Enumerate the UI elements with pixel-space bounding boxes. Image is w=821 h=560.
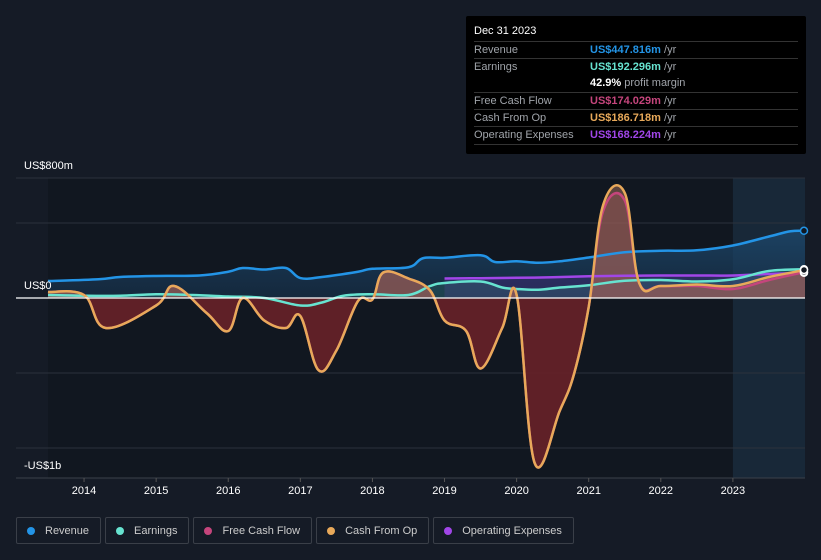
legend-dot-icon	[27, 526, 35, 535]
legend-item-revenue[interactable]: Revenue	[16, 517, 102, 544]
tooltip-row-cash-from-op: Cash From Op US$186.718m /yr	[474, 109, 798, 127]
tooltip-value: US$174.029m /yr	[590, 95, 677, 107]
tooltip-value: US$186.718m /yr	[590, 112, 677, 124]
x-tick-label: 2014	[71, 485, 97, 497]
tooltip-label: Earnings	[474, 61, 518, 73]
legend: Revenue Earnings Free Cash Flow Cash Fro…	[16, 517, 574, 544]
tooltip-label: Operating Expenses	[474, 129, 574, 141]
tooltip-profit-margin: 42.9% profit margin	[590, 77, 686, 89]
legend-label: Free Cash Flow	[222, 524, 301, 537]
legend-label: Operating Expenses	[462, 524, 562, 537]
legend-dot-icon	[327, 526, 336, 535]
x-tick-label: 2020	[504, 485, 529, 497]
legend-label: Cash From Op	[345, 524, 418, 537]
legend-item-cash-from-op[interactable]: Cash From Op	[316, 517, 430, 544]
legend-dot-icon	[444, 526, 453, 535]
tooltip-date: Dec 31 2023	[474, 25, 537, 37]
legend-dot-icon	[204, 526, 213, 535]
x-tick-label: 2022	[648, 485, 674, 497]
y-tick-label-800m: US$800m	[24, 160, 73, 172]
tooltip-value: US$447.816m /yr	[590, 44, 677, 56]
y-tick-label-0: US$0	[24, 280, 52, 292]
cash-from-op-end-marker	[799, 265, 809, 275]
x-tick-label: 2019	[432, 485, 457, 497]
legend-label: Earnings	[134, 524, 178, 537]
y-tick-label-neg-1b: -US$1b	[24, 460, 62, 472]
x-tick-label: 2016	[215, 485, 241, 497]
legend-item-earnings[interactable]: Earnings	[105, 517, 190, 544]
tooltip-row-free-cash-flow: Free Cash Flow US$174.029m /yr	[474, 92, 798, 110]
tooltip-row-revenue: Revenue US$447.816m /yr	[474, 41, 798, 59]
tooltip-label: Cash From Op	[474, 112, 547, 124]
legend-dot-icon	[116, 526, 125, 535]
tooltip-value: US$192.296m /yr	[590, 61, 677, 73]
tooltip-panel: Dec 31 2023 Revenue US$447.816m /yr Earn…	[466, 16, 806, 154]
tooltip-label: Revenue	[474, 44, 519, 56]
x-tick-label: 2017	[288, 485, 313, 497]
tooltip-row-operating-expenses: Operating Expenses US$168.224m /yr	[474, 126, 798, 145]
x-tick-label: 2023	[720, 485, 746, 497]
legend-item-free-cash-flow[interactable]: Free Cash Flow	[193, 517, 313, 544]
x-tick-label: 2015	[143, 485, 169, 497]
legend-item-operating-expenses[interactable]: Operating Expenses	[433, 517, 574, 544]
revenue-end-marker	[799, 226, 809, 236]
tooltip-value: US$168.224m /yr	[590, 129, 677, 141]
tooltip-label: Free Cash Flow	[474, 95, 552, 107]
x-tick-label: 2018	[360, 485, 385, 497]
x-tick-label: 2021	[576, 485, 601, 497]
legend-label: Revenue	[45, 524, 90, 537]
